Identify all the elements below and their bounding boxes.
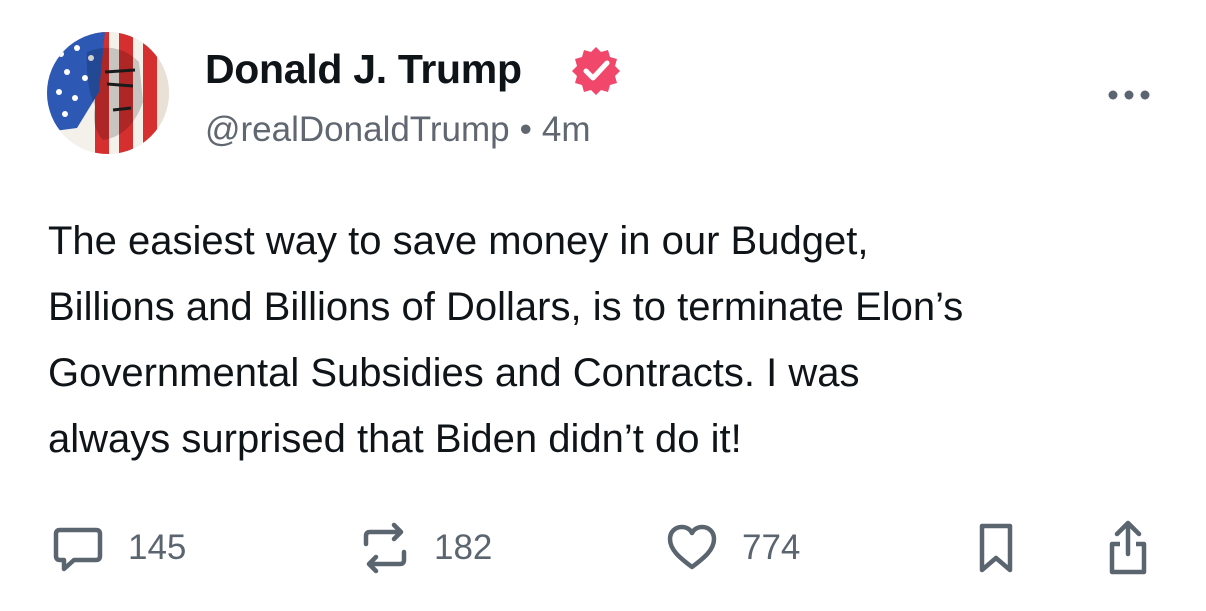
post-timestamp[interactable]: 4m: [542, 110, 591, 149]
more-horizontal-icon: [1108, 90, 1150, 100]
post-body: The easiest way to save money in our Bud…: [48, 208, 1158, 472]
verified-badge-icon: [570, 44, 622, 96]
author-display-name[interactable]: Donald J. Trump: [205, 44, 522, 94]
bookmark-button[interactable]: [976, 520, 1016, 576]
heart-icon: [667, 524, 717, 570]
post-body-line: always surprised that Biden didn’t do it…: [48, 417, 742, 461]
bookmark-icon: [979, 523, 1013, 573]
reply-count: 145: [128, 528, 187, 567]
repost-button[interactable]: 182: [354, 520, 492, 576]
comment-bubble-icon: [53, 527, 103, 572]
repost-arrows-icon: [363, 522, 407, 574]
avatar-image: [47, 32, 169, 154]
author-meta-row: @realDonaldTrump • 4m: [205, 108, 591, 152]
post-body-line: The easiest way to save money in our Bud…: [48, 219, 869, 263]
meta-separator: •: [519, 110, 532, 149]
like-count: 774: [742, 528, 801, 567]
like-button[interactable]: 774: [664, 520, 800, 576]
share-button[interactable]: [1104, 520, 1152, 576]
reply-button[interactable]: 145: [50, 520, 186, 576]
post-body-line: Governmental Subsidies and Contracts. I …: [48, 351, 860, 395]
avatar[interactable]: [47, 32, 169, 154]
post-card: Donald J. Trump @realDonaldTrump • 4m The …: [0, 0, 1206, 611]
author-handle[interactable]: @realDonaldTrump: [205, 110, 510, 149]
post-body-line: Billions and Billions of Dollars, is to …: [48, 285, 964, 329]
more-options-button[interactable]: [1104, 80, 1154, 110]
repost-count: 182: [434, 528, 493, 567]
share-upload-icon: [1109, 520, 1147, 575]
